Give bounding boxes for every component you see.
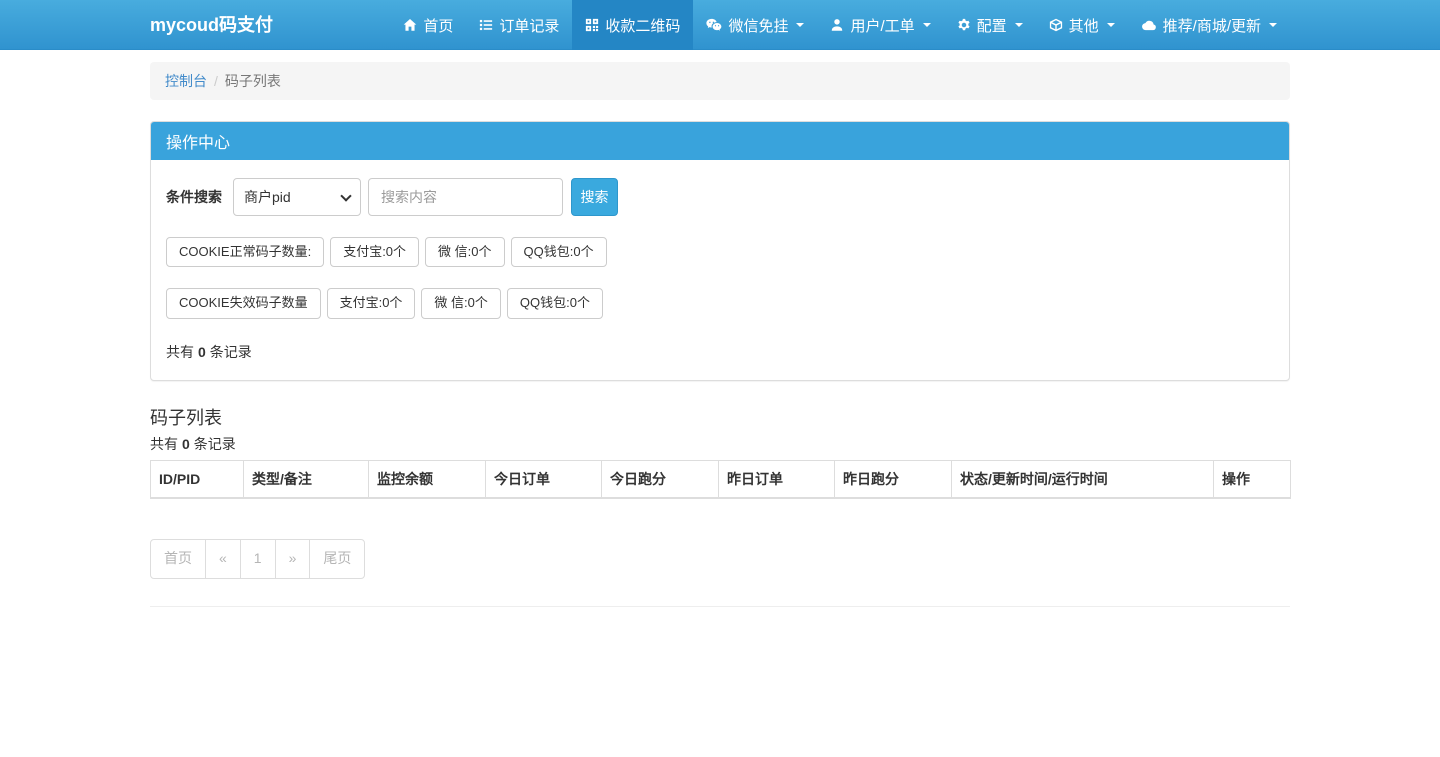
user-icon	[830, 18, 844, 32]
col-header-today-score: 今日跑分	[602, 460, 719, 498]
pagination-next[interactable]: »	[275, 539, 311, 579]
main-nav: 首页 订单记录 收款二维码 微信免挂	[390, 0, 1290, 50]
chevron-down-icon	[1269, 23, 1277, 27]
stats-normal-row: COOKIE正常码子数量: 支付宝:0个 微 信:0个 QQ钱包:0个	[166, 237, 1274, 267]
chevron-down-icon	[796, 23, 804, 27]
breadcrumb: 控制台 / 码子列表	[150, 62, 1290, 100]
alipay-invalid-count-button[interactable]: 支付宝:0个	[327, 288, 416, 318]
record-count-value: 0	[194, 344, 210, 360]
pagination-prev[interactable]: «	[205, 539, 241, 579]
cookie-invalid-count-button[interactable]: COOKIE失效码子数量	[166, 288, 321, 318]
col-header-yesterday-orders: 昨日订单	[719, 460, 835, 498]
panel-title: 操作中心	[151, 122, 1289, 160]
nav-item-other[interactable]: 其他	[1036, 0, 1128, 50]
col-header-status-time: 状态/更新时间/运行时间	[952, 460, 1214, 498]
nav-item-label: 订单记录	[499, 15, 559, 36]
col-header-today-orders: 今日订单	[486, 460, 602, 498]
brand-logo[interactable]: mycoud码支付	[150, 0, 273, 50]
operation-panel: 操作中心 条件搜索 商户pid 搜索 COOKIE正常码子数量: 支付宝:0个 …	[150, 121, 1290, 381]
search-type-select[interactable]: 商户pid	[233, 178, 361, 216]
alipay-normal-count-button[interactable]: 支付宝:0个	[330, 237, 419, 267]
stats-invalid-row: COOKIE失效码子数量 支付宝:0个 微 信:0个 QQ钱包:0个	[166, 288, 1274, 318]
top-navbar: mycoud码支付 首页 订单记录 收款二维码	[0, 0, 1440, 50]
breadcrumb-home-link[interactable]: 控制台	[165, 71, 207, 91]
nav-item-qrcode[interactable]: 收款二维码	[572, 0, 693, 50]
cookie-normal-count-button[interactable]: COOKIE正常码子数量:	[166, 237, 324, 267]
qrcode-icon	[585, 18, 599, 32]
chevron-down-icon	[1015, 23, 1023, 27]
list-title: 码子列表	[150, 404, 1290, 430]
pagination-last[interactable]: 尾页	[309, 539, 365, 579]
col-header-id-pid: ID/PID	[151, 460, 244, 498]
pagination: 首页 « 1 » 尾页	[150, 539, 365, 579]
nav-item-orders[interactable]: 订单记录	[466, 0, 572, 50]
nav-item-wechat[interactable]: 微信免挂	[693, 0, 817, 50]
search-label: 条件搜索	[166, 187, 222, 207]
wechat-normal-count-button[interactable]: 微 信:0个	[425, 237, 504, 267]
gear-icon	[957, 18, 971, 32]
nav-item-label: 推荐/商城/更新	[1163, 15, 1261, 36]
col-header-type: 类型/备注	[244, 460, 369, 498]
qqwallet-normal-count-button[interactable]: QQ钱包:0个	[511, 237, 607, 267]
nav-item-label: 其他	[1069, 15, 1099, 36]
nav-item-label: 配置	[977, 15, 1007, 36]
nav-item-label: 首页	[423, 15, 453, 36]
home-icon	[403, 18, 417, 32]
search-input[interactable]	[368, 178, 563, 216]
nav-item-config[interactable]: 配置	[944, 0, 1036, 50]
nav-item-label: 微信免挂	[728, 15, 788, 36]
panel-body: 条件搜索 商户pid 搜索 COOKIE正常码子数量: 支付宝:0个 微 信:0…	[151, 160, 1289, 380]
col-header-balance: 监控余额	[369, 460, 486, 498]
pagination-first[interactable]: 首页	[150, 539, 206, 579]
col-header-actions: 操作	[1214, 460, 1291, 498]
record-count-prefix: 共有	[166, 344, 194, 360]
breadcrumb-separator: /	[207, 73, 225, 89]
wechat-icon	[706, 18, 722, 32]
record-count-suffix: 条记录	[210, 344, 252, 360]
qqwallet-invalid-count-button[interactable]: QQ钱包:0个	[507, 288, 603, 318]
search-form: 条件搜索 商户pid 搜索	[166, 178, 1274, 216]
nav-item-label: 用户/工单	[850, 15, 914, 36]
chevron-down-icon	[923, 23, 931, 27]
chevron-down-icon	[1107, 23, 1115, 27]
nav-item-users[interactable]: 用户/工单	[817, 0, 943, 50]
footer-divider	[150, 606, 1290, 607]
search-type-select-wrap: 商户pid	[233, 178, 361, 216]
nav-item-label: 收款二维码	[605, 15, 680, 36]
cloud-icon	[1141, 18, 1157, 32]
code-list-table: ID/PID 类型/备注 监控余额 今日订单 今日跑分 昨日订单 昨日跑分 状态…	[150, 460, 1291, 499]
nav-item-home[interactable]: 首页	[390, 0, 466, 50]
breadcrumb-current: 码子列表	[225, 71, 281, 91]
list-icon	[479, 18, 493, 32]
panel-record-count: 共有0条记录	[166, 342, 1274, 362]
list-record-count: 共有0条记录	[150, 434, 1290, 454]
search-button[interactable]: 搜索	[571, 178, 618, 216]
wechat-invalid-count-button[interactable]: 微 信:0个	[421, 288, 500, 318]
record-count-prefix: 共有	[150, 436, 178, 452]
table-header-row: ID/PID 类型/备注 监控余额 今日订单 今日跑分 昨日订单 昨日跑分 状态…	[151, 460, 1291, 498]
cube-icon	[1049, 18, 1063, 32]
record-count-value: 0	[178, 436, 194, 452]
col-header-yesterday-score: 昨日跑分	[835, 460, 952, 498]
record-count-suffix: 条记录	[194, 436, 236, 452]
pagination-page-1[interactable]: 1	[240, 539, 276, 579]
nav-item-recommend[interactable]: 推荐/商城/更新	[1128, 0, 1290, 50]
